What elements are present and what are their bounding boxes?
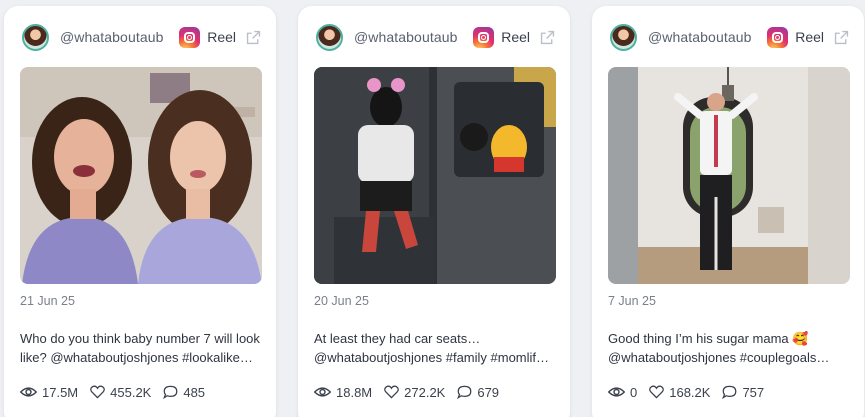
eye-icon xyxy=(20,387,37,397)
instagram-icon xyxy=(767,26,789,48)
post-thumbnail[interactable] xyxy=(20,67,262,284)
post-caption: Good thing I’m his sugar mama 🥰 @whatabo… xyxy=(608,329,850,367)
instagram-icon xyxy=(179,26,201,48)
heart-icon xyxy=(384,385,399,399)
account-handle[interactable]: @whataboutaub xyxy=(60,29,163,45)
post-caption: At least they had car seats… @whataboutj… xyxy=(314,329,556,367)
account-handle[interactable]: @whataboutaub xyxy=(354,29,457,45)
instagram-icon xyxy=(473,26,495,48)
post-type-label: Reel xyxy=(207,29,236,45)
avatar[interactable] xyxy=(610,23,637,51)
card-header: @whataboutaub Reel xyxy=(610,22,850,52)
post-stats: 18.8M 272.2K 679 xyxy=(314,383,511,401)
likes-stat: 455.2K xyxy=(90,385,151,400)
views-stat: 0 xyxy=(608,385,637,400)
external-link-icon[interactable] xyxy=(833,29,850,46)
card-header: @whataboutaub Reel xyxy=(316,22,556,52)
post-thumbnail[interactable] xyxy=(314,67,556,284)
post-card[interactable]: @whataboutaub Reel 20 Jun 25 At least th… xyxy=(298,6,570,417)
post-stats: 17.5M 455.2K 485 xyxy=(20,383,217,401)
comments-count: 679 xyxy=(477,384,500,400)
comments-count: 757 xyxy=(742,384,765,400)
avatar[interactable] xyxy=(316,23,343,51)
caption-line: Who do you think baby number 7 will look xyxy=(20,331,260,346)
likes-stat: 272.2K xyxy=(384,385,445,400)
caption-line: like? @whataboutjoshjones #lookalike… xyxy=(20,350,253,365)
post-type-label: Reel xyxy=(795,29,824,45)
caption-line: @whataboutjoshjones #family #momlif… xyxy=(314,350,550,365)
views-count: 0 xyxy=(630,384,638,400)
eye-icon xyxy=(608,387,625,397)
views-stat: 17.5M xyxy=(20,385,78,400)
post-card[interactable]: @whataboutaub Reel 7 Jun 25 Good thing I… xyxy=(592,6,864,417)
likes-count: 455.2K xyxy=(110,384,152,400)
likes-count: 168.2K xyxy=(669,384,711,400)
post-caption: Who do you think baby number 7 will look… xyxy=(20,329,262,367)
likes-stat: 168.2K xyxy=(649,385,710,400)
views-count: 18.8M xyxy=(336,384,373,400)
post-type-label: Reel xyxy=(501,29,530,45)
account-handle[interactable]: @whataboutaub xyxy=(648,29,751,45)
comments-stat: 679 xyxy=(457,385,499,400)
caption-line: At least they had car seats… xyxy=(314,331,481,346)
comments-stat: 757 xyxy=(722,385,764,400)
comment-icon xyxy=(457,385,472,399)
comment-icon xyxy=(163,385,178,399)
heart-icon xyxy=(649,385,665,399)
heart-icon xyxy=(90,385,105,399)
external-link-icon[interactable] xyxy=(539,29,556,46)
avatar[interactable] xyxy=(22,23,49,51)
comments-count: 485 xyxy=(183,384,206,400)
comment-icon xyxy=(722,385,737,399)
likes-count: 272.2K xyxy=(404,384,446,400)
views-stat: 18.8M xyxy=(314,385,372,400)
caption-line: @whataboutjoshjones #couplegoals… xyxy=(608,350,830,365)
post-stats: 0 168.2K 757 xyxy=(608,383,776,401)
post-thumbnail[interactable] xyxy=(608,67,850,284)
views-count: 17.5M xyxy=(42,384,79,400)
caption-line: Good thing I’m his sugar mama 🥰 xyxy=(608,331,809,346)
eye-icon xyxy=(314,387,331,397)
external-link-icon[interactable] xyxy=(245,29,262,46)
post-card[interactable]: @whataboutaub Reel 21 Jun 25 Who do you … xyxy=(4,6,276,417)
card-header: @whataboutaub Reel xyxy=(22,22,262,52)
post-date: 7 Jun 25 xyxy=(608,294,656,308)
post-date: 21 Jun 25 xyxy=(20,294,75,308)
post-date: 20 Jun 25 xyxy=(314,294,369,308)
comments-stat: 485 xyxy=(163,385,205,400)
